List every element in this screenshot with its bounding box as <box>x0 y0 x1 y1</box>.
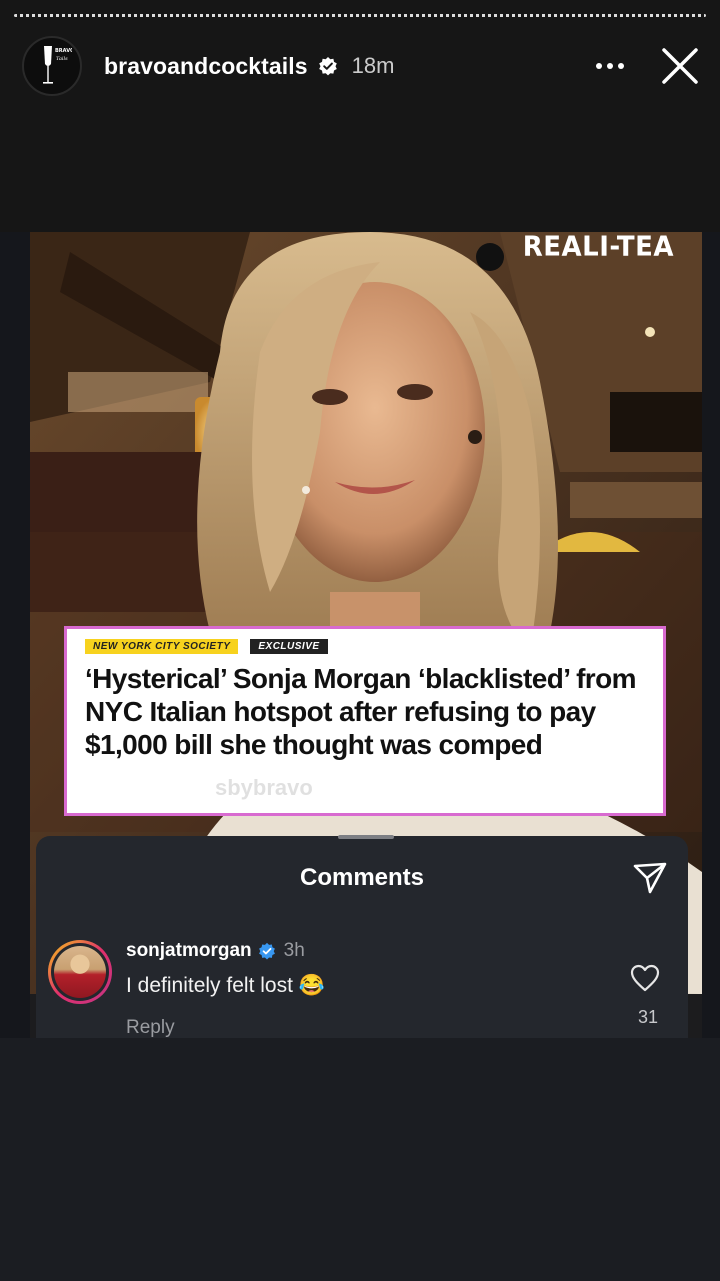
headline-text: ‘Hysterical’ Sonja Morgan ‘blacklisted’ … <box>85 663 637 760</box>
svg-text:Tails: Tails <box>56 56 68 62</box>
verified-badge-icon <box>258 942 276 960</box>
story-top-band <box>0 0 720 232</box>
comments-title: Comments <box>299 864 425 891</box>
story-viewer: BRAVO Tails bravoandcocktails 18m <box>0 0 720 1281</box>
story-username[interactable]: bravoandcocktails <box>104 53 308 80</box>
story-side-strip <box>702 232 720 1038</box>
section-tag: NEW YORK CITY SOCIETY <box>85 639 239 654</box>
story-header: BRAVO Tails bravoandcocktails 18m <box>22 36 702 96</box>
comment-timestamp: 3h <box>283 940 305 961</box>
comment-header: sonjatmorgan 3h <box>126 940 305 962</box>
exclusive-tag: EXCLUSIVE <box>250 639 328 654</box>
close-icon[interactable] <box>658 44 702 88</box>
headline-tags: NEW YORK CITY SOCIETY EXCLUSIVE <box>85 639 645 654</box>
story-bottom-band <box>0 1038 720 1281</box>
svg-text:BRAVO: BRAVO <box>55 48 72 54</box>
profile-avatar[interactable]: BRAVO Tails <box>22 36 82 96</box>
sheet-grabber[interactable] <box>338 835 394 839</box>
commenter-username[interactable]: sonjatmorgan <box>126 940 252 962</box>
more-options-icon[interactable] <box>590 46 630 86</box>
verified-badge-icon <box>318 56 338 76</box>
like-count: 31 <box>637 1007 658 1027</box>
headline-card: NEW YORK CITY SOCIETY EXCLUSIVE ‘Hysteri… <box>64 626 666 816</box>
brand-watermark: REALI-TEA <box>522 232 674 263</box>
story-side-strip <box>0 232 30 1038</box>
heart-icon[interactable] <box>630 964 660 994</box>
commenter-avatar[interactable] <box>48 940 112 1004</box>
comments-sheet: Comments sonjatmorgan 3h I definitely fe… <box>36 835 688 1039</box>
story-progress-bar <box>14 14 706 17</box>
comment-text: I definitely felt lost 😂 <box>126 974 325 997</box>
send-icon[interactable] <box>630 858 670 898</box>
headline-watermark: sbybravo <box>215 775 313 800</box>
comment-item: sonjatmorgan 3h I definitely felt lost 😂… <box>48 940 668 1039</box>
story-timestamp: 18m <box>351 53 395 78</box>
cocktail-glass-logo-icon: BRAVO Tails <box>43 46 72 84</box>
reply-button[interactable]: Reply <box>126 1017 175 1039</box>
